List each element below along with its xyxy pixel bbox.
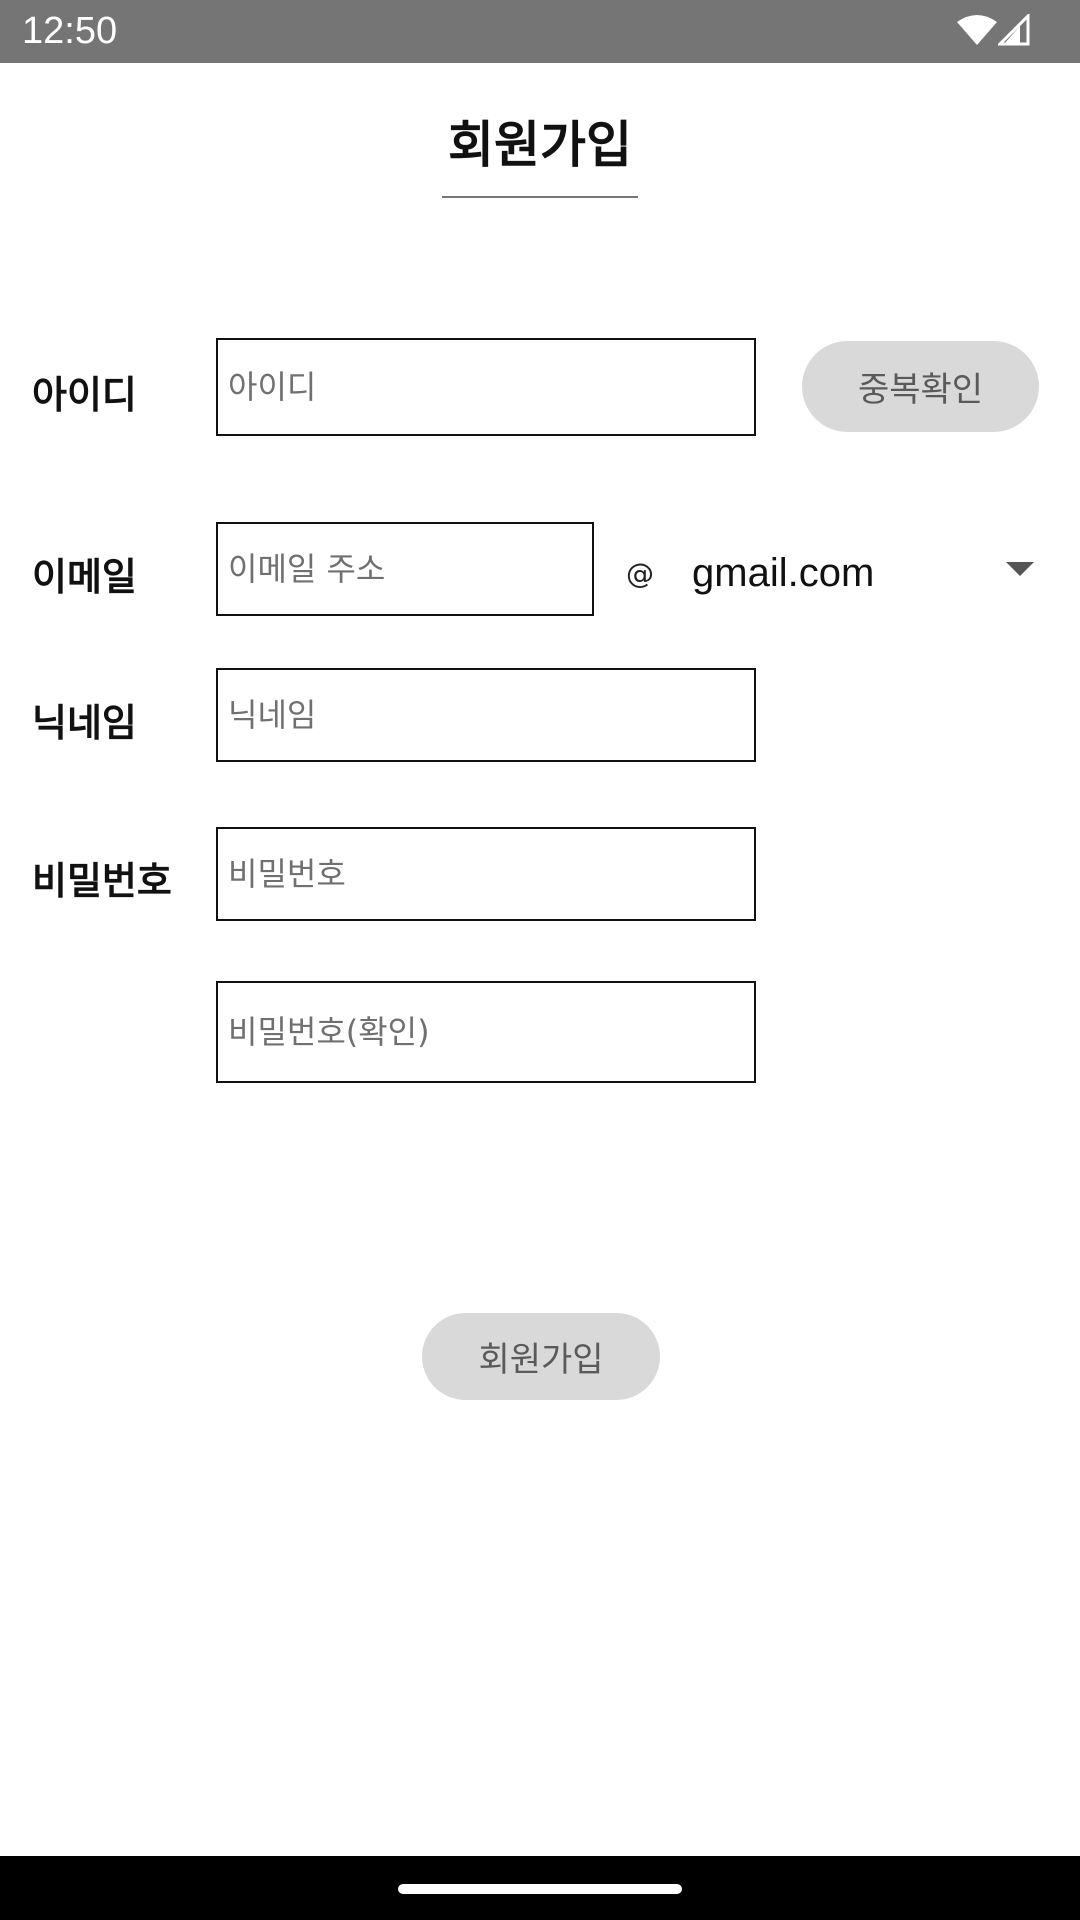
id-label: 아이디	[32, 373, 137, 417]
title-underline	[442, 196, 638, 198]
password-label: 비밀번호	[32, 859, 172, 903]
navigation-bar	[0, 1856, 1080, 1920]
home-handle[interactable]	[398, 1884, 682, 1894]
duplicate-check-button[interactable]: 중복확인	[802, 341, 1039, 432]
signup-button[interactable]: 회원가입	[422, 1313, 660, 1400]
nickname-input[interactable]	[216, 668, 756, 762]
password-confirm-input[interactable]	[216, 981, 756, 1083]
id-input[interactable]	[216, 338, 756, 436]
password-input[interactable]	[216, 827, 756, 921]
nickname-label: 닉네임	[32, 701, 137, 745]
email-label: 이메일	[32, 555, 137, 599]
chevron-down-icon	[1006, 562, 1034, 576]
wifi-icon	[957, 15, 997, 45]
cell-signal-icon	[998, 14, 1030, 46]
email-domain-select[interactable]: gmail.com	[686, 540, 1038, 606]
email-input[interactable]	[216, 522, 594, 616]
status-time: 12:50	[22, 10, 118, 52]
email-domain-value: gmail.com	[692, 550, 875, 595]
status-bar: 12:50	[0, 0, 1080, 63]
at-symbol: @	[626, 557, 654, 590]
page-title: 회원가입	[448, 116, 632, 174]
